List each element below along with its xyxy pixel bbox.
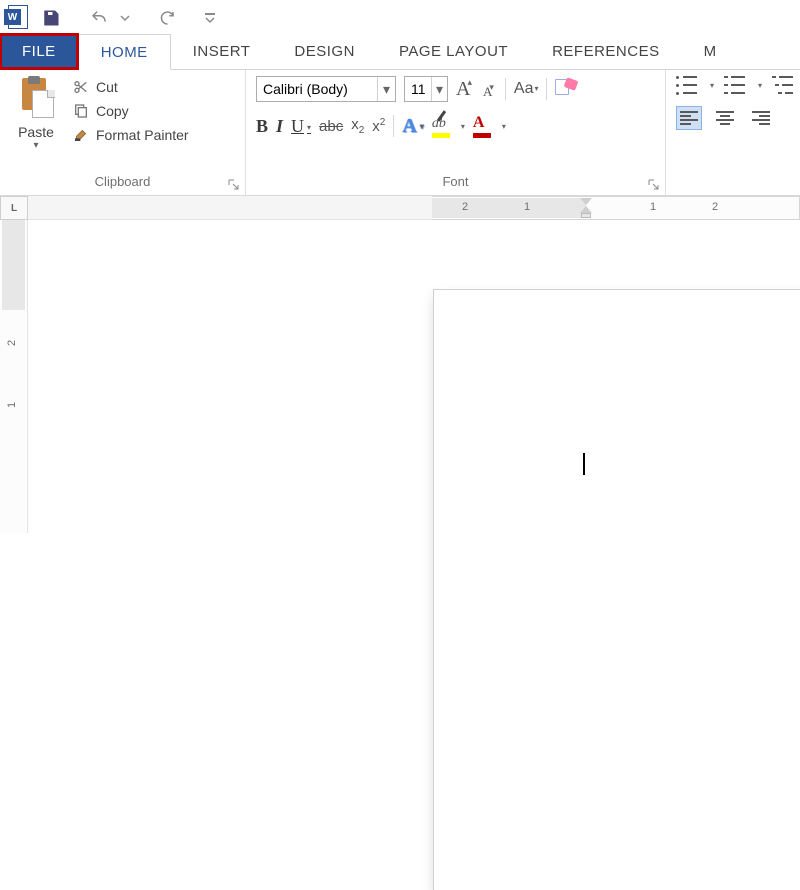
font-color-bar — [473, 133, 491, 138]
font-color-button[interactable]: A — [473, 114, 491, 138]
first-line-indent-icon[interactable] — [580, 198, 592, 205]
ruler-horizontal-wrap: L 2 1 1 2 — [0, 196, 800, 220]
underline-button[interactable]: U▾ — [291, 116, 311, 137]
clipboard-group-label: Clipboard — [10, 174, 235, 193]
tab-selector[interactable]: L — [0, 196, 28, 220]
bullets-button[interactable] — [676, 76, 697, 94]
paste-dropdown-icon[interactable]: ▾ — [10, 140, 62, 151]
separator — [546, 78, 547, 100]
copy-label: Copy — [96, 103, 129, 119]
font-size-dropdown-icon[interactable]: ▾ — [431, 77, 447, 101]
tab-file[interactable]: FILE — [0, 34, 78, 69]
ruler-tick: 1 — [524, 201, 530, 213]
separator — [393, 115, 394, 137]
text-cursor — [583, 453, 585, 475]
font-dialog-launcher-icon[interactable] — [647, 177, 659, 189]
ruler-tick: 2 — [712, 201, 718, 213]
format-painter-button[interactable]: Format Painter — [72, 126, 189, 144]
hanging-indent-icon[interactable] — [580, 206, 592, 213]
font-color-dropdown-icon[interactable]: ▾ — [502, 122, 506, 131]
align-center-button[interactable] — [712, 106, 738, 130]
ruler-tick: 1 — [650, 201, 656, 213]
bold-button[interactable]: B — [256, 116, 268, 137]
ruler-margin-shade — [432, 198, 586, 218]
superscript-x: x — [372, 118, 380, 135]
separator — [505, 78, 506, 100]
tab-references[interactable]: REFERENCES — [530, 34, 682, 69]
ruler-v-tick: 1 — [6, 402, 18, 408]
underline-label: U — [291, 116, 304, 136]
workspace: 2 1 — [0, 220, 800, 533]
document-page[interactable] — [434, 290, 800, 890]
highlight-dropdown-icon[interactable]: ▾ — [461, 122, 465, 131]
font-group-label: Font — [256, 174, 655, 193]
scissors-icon — [72, 78, 90, 96]
superscript-button[interactable]: x2 — [372, 117, 385, 135]
copy-button[interactable]: Copy — [72, 102, 189, 120]
text-effects-label: A — [402, 115, 416, 137]
paste-label: Paste — [10, 124, 62, 140]
font-name-dropdown-icon[interactable]: ▾ — [377, 77, 395, 101]
subscript-x: x — [351, 116, 359, 133]
group-paragraph: ▾ ▾ — [666, 70, 796, 195]
tab-home[interactable]: HOME — [78, 34, 171, 70]
superscript-2: 2 — [380, 117, 386, 128]
clipboard-dialog-launcher-icon[interactable] — [227, 177, 239, 189]
tab-page-layout[interactable]: PAGE LAYOUT — [377, 34, 530, 69]
font-size-combo[interactable]: ▾ — [404, 76, 448, 102]
subscript-2: 2 — [359, 125, 365, 136]
save-icon[interactable] — [40, 7, 62, 29]
font-size-input[interactable] — [405, 77, 431, 101]
ruler-horizontal[interactable]: 2 1 1 2 — [432, 196, 800, 220]
shrink-font-button[interactable]: A▾ — [483, 84, 497, 100]
document-background[interactable] — [28, 220, 800, 533]
group-clipboard: Paste ▾ Cut Copy — [0, 70, 246, 195]
multilevel-button[interactable] — [772, 76, 793, 94]
undo-dropdown-icon[interactable] — [120, 7, 130, 29]
change-case-button[interactable]: Aa▾ — [514, 80, 538, 98]
cut-label: Cut — [96, 79, 118, 95]
ribbon-tabs: FILE HOME INSERT DESIGN PAGE LAYOUT REFE… — [0, 34, 800, 70]
tab-insert[interactable]: INSERT — [171, 34, 273, 69]
strikethrough-button[interactable]: abc — [319, 118, 343, 135]
word-app-icon: W — [4, 5, 30, 31]
paste-button[interactable]: Paste ▾ — [10, 76, 62, 151]
ruler-v-tick: 2 — [6, 340, 18, 346]
copy-icon — [72, 102, 90, 120]
italic-button[interactable]: I — [276, 116, 283, 137]
highlight-color-bar — [432, 133, 450, 138]
format-painter-label: Format Painter — [96, 127, 189, 143]
left-indent-icon[interactable] — [581, 213, 591, 218]
align-right-button[interactable] — [748, 106, 774, 130]
word-badge: W — [4, 9, 22, 25]
highlight-button[interactable]: ab — [432, 114, 450, 138]
bullets-dropdown-icon[interactable]: ▾ — [710, 81, 714, 90]
quick-access-toolbar: W — [0, 0, 800, 34]
text-effects-button[interactable]: A▾ — [402, 115, 423, 138]
change-case-label: Aa — [514, 80, 534, 97]
redo-icon[interactable] — [156, 7, 178, 29]
cut-button[interactable]: Cut — [72, 78, 189, 96]
tab-design[interactable]: DESIGN — [272, 34, 377, 69]
clear-formatting-button[interactable] — [555, 79, 577, 99]
tab-more[interactable]: M — [682, 34, 721, 69]
font-color-label: A — [473, 114, 485, 131]
align-left-button[interactable] — [676, 106, 702, 130]
indent-markers[interactable] — [580, 197, 592, 219]
paste-icon — [16, 76, 56, 120]
brush-icon — [72, 126, 90, 144]
group-font: ▾ ▾ A▴ A▾ Aa▾ B I — [246, 70, 666, 195]
ribbon: Paste ▾ Cut Copy — [0, 70, 800, 196]
font-name-combo[interactable]: ▾ — [256, 76, 396, 102]
numbering-dropdown-icon[interactable]: ▾ — [758, 81, 762, 90]
undo-icon[interactable] — [88, 7, 110, 29]
ruler-vertical[interactable]: 2 1 — [0, 220, 28, 533]
font-name-input[interactable] — [257, 77, 377, 101]
grow-font-button[interactable]: A▴ — [456, 78, 475, 101]
qat-customize-icon[interactable] — [204, 7, 216, 29]
ruler-v-margin-shade — [2, 220, 25, 310]
ruler-tick: 2 — [462, 201, 468, 213]
numbering-button[interactable] — [724, 76, 745, 94]
subscript-button[interactable]: x2 — [351, 116, 364, 136]
